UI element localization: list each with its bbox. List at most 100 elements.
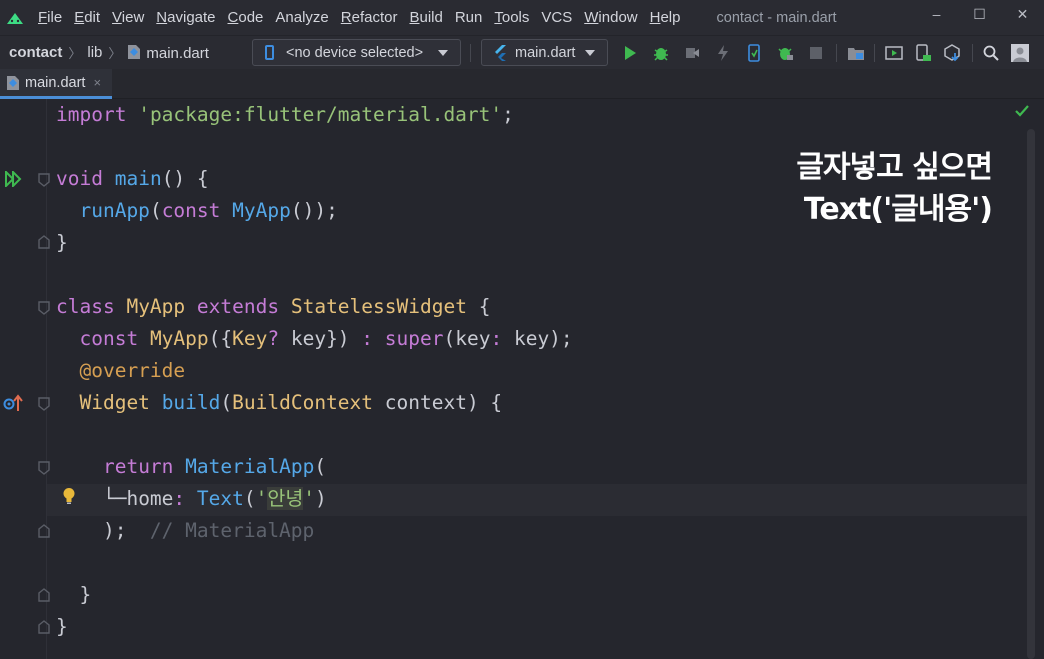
breadcrumb-project[interactable]: contact: [9, 44, 62, 61]
debug-icon[interactable]: [651, 43, 671, 63]
menu-edit[interactable]: Edit: [68, 0, 106, 35]
code-token: ;: [502, 103, 514, 126]
menu-label: ode: [238, 9, 264, 26]
code-token: ): [315, 487, 327, 510]
fold-icon[interactable]: [38, 173, 50, 187]
search-icon[interactable]: [981, 43, 1001, 63]
code-token: ': [255, 487, 268, 510]
user-icon[interactable]: [1010, 43, 1030, 63]
code-line[interactable]: class MyApp extends StatelessWidget {: [56, 291, 490, 323]
run-configuration-label: main.dart: [515, 44, 576, 61]
code-token: }: [56, 615, 68, 638]
hot-reload-icon[interactable]: [713, 43, 733, 63]
fold-end-icon[interactable]: [38, 235, 50, 249]
run-icon[interactable]: [620, 43, 640, 63]
code-token: └─: [56, 487, 127, 510]
code-token: key);: [502, 327, 573, 350]
toolbar-divider: [836, 44, 837, 62]
breadcrumb-file[interactable]: main.dart: [127, 44, 209, 62]
code-line[interactable]: runApp(const MyApp());: [56, 195, 337, 227]
menu-label: efactor: [351, 9, 398, 26]
code-token: const: [79, 327, 139, 350]
menu-file[interactable]: File: [32, 0, 68, 35]
code-line[interactable]: }: [56, 611, 68, 643]
fold-end-icon[interactable]: [38, 620, 50, 634]
editor-scrollbar[interactable]: [1027, 129, 1035, 659]
run-main-gutter-icon[interactable]: [5, 171, 23, 187]
code-token: 'package:flutter/material.dart': [138, 103, 503, 126]
code-line[interactable]: const MyApp({Key? key}) : super(key: key…: [56, 323, 573, 355]
code-token: super: [384, 327, 444, 350]
code-line[interactable]: return MaterialApp(: [56, 451, 326, 483]
menu-refactor[interactable]: Refactor: [335, 0, 404, 35]
fold-end-icon[interactable]: [38, 588, 50, 602]
minimize-button[interactable]: –: [915, 0, 958, 28]
menu-code[interactable]: Code: [222, 0, 270, 35]
code-line[interactable]: import 'package:flutter/material.dart';: [56, 99, 514, 131]
window-title: contact - main.dart: [716, 9, 837, 26]
code-token: home: [126, 487, 174, 510]
profile-icon[interactable]: [682, 43, 702, 63]
fold-icon[interactable]: [38, 461, 50, 475]
code-token: StatelessWidget: [290, 295, 467, 318]
code-token: :: [361, 327, 374, 350]
code-line[interactable]: }: [56, 579, 91, 611]
code-token: build: [161, 391, 221, 414]
code-token: MyApp: [126, 295, 186, 318]
menu-label: VCS: [541, 9, 573, 26]
menu-analyze[interactable]: Analyze: [269, 0, 334, 35]
avd-manager-icon[interactable]: [913, 43, 933, 63]
code-token: MyApp: [232, 199, 291, 222]
breadcrumb-folder[interactable]: lib: [87, 44, 102, 61]
fold-icon[interactable]: [38, 301, 50, 315]
menu-build[interactable]: Build: [403, 0, 448, 35]
device-selector[interactable]: <no device selected>: [252, 39, 461, 66]
code-token: const: [161, 199, 221, 222]
menu-run[interactable]: Run: [449, 0, 489, 35]
code-token: void: [56, 167, 103, 190]
toolbar-divider: [874, 44, 875, 62]
overrides-method-icon[interactable]: [2, 394, 24, 412]
dart-file-icon: [7, 75, 19, 90]
code-line[interactable]: └─home: Text('안녕'): [56, 483, 327, 515]
menu-window[interactable]: Window: [578, 0, 643, 35]
code-line[interactable]: void main() {: [56, 163, 209, 195]
tab-main-dart[interactable]: main.dart ×: [0, 69, 112, 99]
attach-debugger-icon[interactable]: [775, 43, 795, 63]
code-line[interactable]: @override: [56, 355, 185, 387]
code-token: (: [220, 391, 233, 414]
fold-icon[interactable]: [38, 397, 50, 411]
menu-vcs[interactable]: VCS: [535, 0, 578, 35]
menu-help[interactable]: Help: [644, 0, 687, 35]
code-token: 안녕: [267, 487, 304, 510]
close-tab-icon[interactable]: ×: [93, 75, 101, 90]
menu-label: dit: [84, 9, 101, 26]
code-token: }: [56, 231, 68, 254]
code-line[interactable]: ); // MaterialApp: [56, 515, 314, 547]
code-line[interactable]: Widget build(BuildContext context) {: [56, 387, 502, 419]
code-editor[interactable]: import 'package:flutter/material.dart'; v…: [0, 99, 1044, 659]
maximize-button[interactable]: ☐: [958, 0, 1001, 28]
close-window-button[interactable]: ✕: [1001, 0, 1044, 28]
fold-end-icon[interactable]: [38, 524, 50, 538]
stop-icon[interactable]: [806, 43, 826, 63]
sdk-manager-icon[interactable]: [943, 43, 963, 63]
menu-view[interactable]: View: [106, 0, 150, 35]
device-manager-icon[interactable]: [744, 43, 764, 63]
code-line[interactable]: }: [56, 227, 68, 259]
menu-label: elp: [660, 9, 681, 26]
code-token: }: [56, 583, 92, 606]
project-structure-icon[interactable]: [846, 43, 866, 63]
run-configuration-selector[interactable]: main.dart: [481, 39, 608, 66]
code-token: :: [490, 327, 503, 350]
menu-label: ile: [47, 9, 63, 26]
menu-navigate[interactable]: Navigate: [150, 0, 221, 35]
code-token: :: [173, 487, 186, 510]
menu-tools[interactable]: Tools: [488, 0, 535, 35]
emulator-icon[interactable]: [884, 43, 904, 63]
